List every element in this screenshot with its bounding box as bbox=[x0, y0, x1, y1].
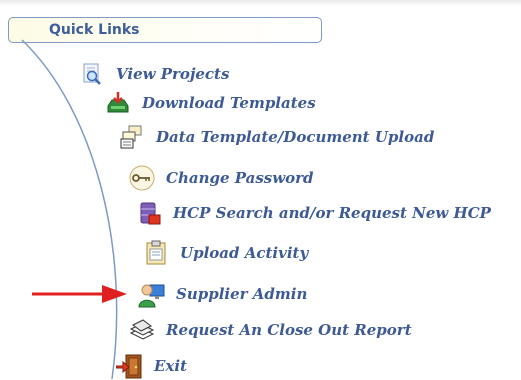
link-upload-activity[interactable]: Upload Activity bbox=[142, 239, 308, 267]
key-icon bbox=[128, 164, 156, 192]
link-download-templates[interactable]: Download Templates bbox=[104, 89, 316, 117]
link-label: Upload Activity bbox=[180, 244, 309, 262]
upload-documents-icon bbox=[118, 123, 146, 151]
link-label: HCP Search and/or Request New HCP bbox=[173, 204, 491, 222]
magnifier-page-icon bbox=[78, 60, 106, 88]
link-hcp-search[interactable]: HCP Search and/or Request New HCP bbox=[135, 199, 491, 227]
link-label: Request An Close Out Report bbox=[166, 321, 412, 339]
top-rule bbox=[0, 0, 521, 6]
clipboard-icon bbox=[142, 239, 170, 267]
link-label: Exit bbox=[154, 357, 188, 375]
link-label: Supplier Admin bbox=[176, 285, 308, 303]
link-label: View Projects bbox=[116, 65, 230, 83]
exit-door-icon bbox=[116, 352, 144, 380]
red-pointer-arrow bbox=[32, 285, 127, 303]
link-label: Download Templates bbox=[142, 94, 316, 112]
download-tray-icon bbox=[104, 89, 132, 117]
quick-links-header: Quick Links bbox=[8, 17, 322, 43]
report-stack-icon bbox=[128, 316, 156, 344]
link-label: Data Template/Document Upload bbox=[156, 128, 435, 146]
link-close-out-report[interactable]: Request An Close Out Report bbox=[128, 316, 412, 344]
database-search-icon bbox=[135, 199, 163, 227]
link-label: Change Password bbox=[166, 169, 314, 187]
quick-links-title: Quick Links bbox=[49, 22, 140, 38]
link-supplier-admin[interactable]: Supplier Admin bbox=[138, 280, 307, 308]
link-change-password[interactable]: Change Password bbox=[128, 164, 314, 192]
link-exit[interactable]: Exit bbox=[116, 352, 187, 380]
admin-user-icon bbox=[138, 280, 166, 308]
link-view-projects[interactable]: View Projects bbox=[78, 60, 229, 88]
link-data-template-upload[interactable]: Data Template/Document Upload bbox=[118, 123, 434, 151]
